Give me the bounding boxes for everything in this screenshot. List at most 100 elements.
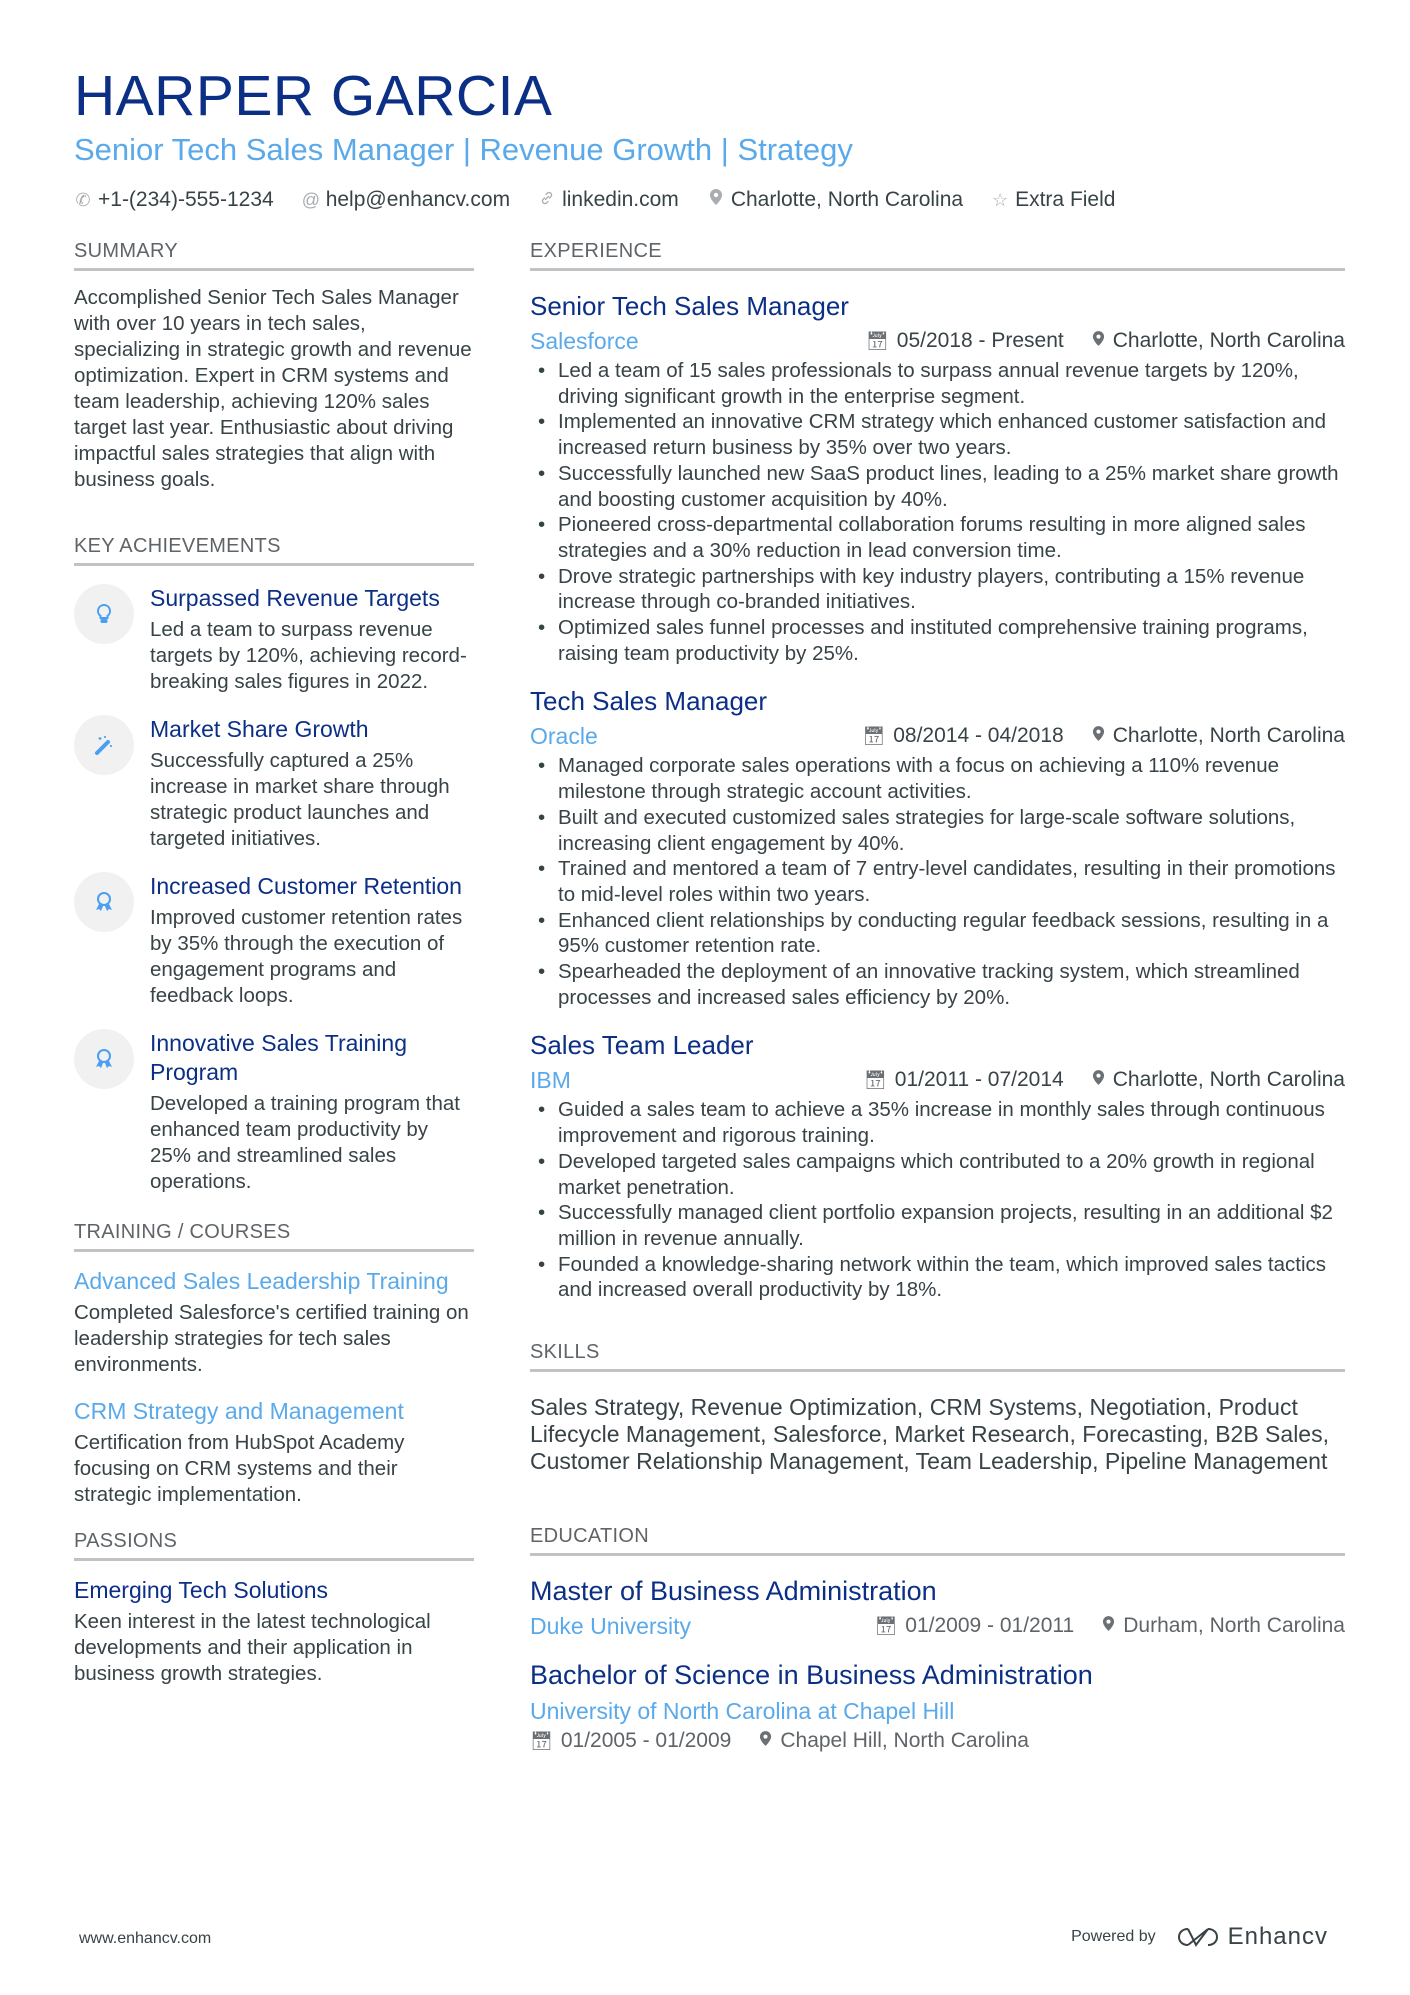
training-section: TRAINING / COURSES Advanced Sales Leader…	[74, 1219, 474, 1508]
phone-icon: ✆	[75, 190, 91, 210]
job-bullet: Successfully managed client portfolio ex…	[530, 1200, 1345, 1251]
job-bullet: Spearheaded the deployment of an innovat…	[530, 959, 1345, 1010]
achievement-item: Market Share Growth Successfully capture…	[74, 715, 474, 852]
education-location: Chapel Hill, North Carolina	[780, 1729, 1029, 1753]
location-icon	[1092, 327, 1105, 355]
education-school: Duke University	[530, 1613, 692, 1640]
contact-extra-text: Extra Field	[1015, 188, 1116, 211]
job-location: Charlotte, North Carolina	[1112, 329, 1345, 352]
summary-heading: SUMMARY	[74, 238, 474, 271]
education-school: University of North Carolina at Chapel H…	[530, 1698, 955, 1725]
enhancv-logo[interactable]: Enhancv	[1176, 1923, 1328, 1951]
achievement-text: Improved customer retention rates by 35%…	[150, 906, 463, 1007]
calendar-icon: 📅︎	[862, 726, 886, 747]
job-entry: Tech Sales Manager Oracle 📅︎ 08/2014 - 04/2…	[530, 684, 1345, 1010]
star-icon: ☆	[992, 190, 1009, 210]
education-item: Master of Business Administration Duke U…	[530, 1574, 1345, 1640]
location-icon	[1092, 1066, 1105, 1094]
job-bullet: Led a team of 15 sales professionals to …	[530, 358, 1345, 409]
job-bullet: Built and executed customized sales stra…	[530, 805, 1345, 856]
achievement-item: Surpassed Revenue Targets Led a team to …	[74, 584, 474, 695]
magic-wand-icon	[74, 715, 134, 775]
training-heading: TRAINING / COURSES	[74, 1219, 474, 1252]
contact-location-text: Charlotte, North Carolina	[730, 188, 964, 211]
job-bullet: Pioneered cross-departmental collaborati…	[530, 512, 1345, 563]
passion-text: Keen interest in the latest technologica…	[74, 1610, 431, 1685]
link-icon	[538, 186, 556, 214]
education-degree: Master of Business Administration	[530, 1576, 937, 1607]
skills-heading: SKILLS	[530, 1339, 1345, 1373]
achievement-text: Developed a training program that enhanc…	[150, 1092, 460, 1193]
job-bullets: Managed corporate sales operations with …	[530, 753, 1345, 1010]
job-company: Oracle	[530, 723, 598, 750]
calendar-icon: 📅︎	[863, 1070, 887, 1091]
education-item: Bachelor of Science in Business Administ…	[530, 1658, 1345, 1756]
job-bullet: Managed corporate sales operations with …	[530, 753, 1345, 804]
education-section: EDUCATION Master of Business Administrat…	[530, 1523, 1345, 1756]
left-column: SUMMARY Accomplished Senior Tech Sales M…	[74, 238, 474, 1687]
lightbulb-icon	[74, 584, 134, 644]
job-bullets: Guided a sales team to achieve a 35% inc…	[530, 1097, 1345, 1303]
job-title: Senior Tech Sales Manager	[530, 291, 849, 321]
summary-section: SUMMARY Accomplished Senior Tech Sales M…	[74, 238, 474, 493]
skills-section: SKILLS Sales Strategy, Revenue Optimizat…	[530, 1339, 1345, 1475]
job-bullet: Optimized sales funnel processes and ins…	[530, 615, 1345, 666]
achievement-item: Increased Customer Retention Improved cu…	[74, 872, 474, 1009]
achievement-text: Led a team to surpass revenue targets by…	[150, 618, 467, 693]
education-dates: 01/2005 - 01/2009	[560, 1729, 732, 1753]
job-bullet: Implemented an innovative CRM strategy w…	[530, 409, 1345, 460]
job-bullets: Led a team of 15 sales professionals to …	[530, 358, 1345, 666]
contact-linkedin[interactable]: linkedin.com	[538, 186, 679, 214]
contact-email-text: help@enhancv.com	[325, 188, 511, 211]
job-location: Charlotte, North Carolina	[1112, 724, 1345, 748]
candidate-headline: Senior Tech Sales Manager | Revenue Grow…	[74, 132, 853, 167]
enhancv-logo-icon	[1177, 1928, 1218, 1947]
passions-heading: PASSIONS	[74, 1528, 474, 1561]
job-company: IBM	[530, 1067, 571, 1094]
contact-location: Charlotte, North Carolina	[707, 186, 963, 214]
job-bullet: Trained and mentored a team of 7 entry-l…	[530, 856, 1345, 907]
job-dates: 08/2014 - 04/2018	[893, 724, 1064, 748]
contact-phone[interactable]: ✆ +1-(234)-555-1234	[74, 186, 274, 214]
job-bullet: Founded a knowledge-sharing network with…	[530, 1252, 1345, 1303]
location-icon	[1102, 1612, 1115, 1640]
job-list: Senior Tech Sales Manager Salesforce 📅︎ 05/…	[530, 289, 1345, 1303]
job-location: Charlotte, North Carolina	[1112, 1068, 1345, 1092]
education-location: Durham, North Carolina	[1123, 1614, 1345, 1638]
passion-title: Emerging Tech Solutions	[74, 1577, 328, 1603]
job-bullet: Successfully launched new SaaS product l…	[530, 461, 1345, 512]
training-title: CRM Strategy and Management	[74, 1398, 404, 1424]
training-item: CRM Strategy and Management Certificatio…	[74, 1396, 474, 1508]
training-text: Certification from HubSpot Academy focus…	[74, 1431, 405, 1506]
contact-email[interactable]: @ help@enhancv.com	[302, 186, 510, 214]
summary-text: Accomplished Senior Tech Sales Manager w…	[74, 286, 472, 491]
location-icon	[759, 1726, 772, 1756]
resume-header: HARPER GARCIA Senior Tech Sales Manager …	[74, 62, 1344, 214]
job-dates: 01/2011 - 07/2014	[894, 1068, 1064, 1092]
skills-text: Sales Strategy, Revenue Optimization, CR…	[530, 1394, 1329, 1475]
footer-website-link[interactable]: www.enhancv.com	[79, 1930, 211, 1948]
achievement-item: Innovative Sales Training Program Develo…	[74, 1029, 474, 1195]
location-icon	[707, 186, 725, 214]
calendar-icon: 📅︎	[530, 1731, 553, 1752]
contact-phone-text: +1-(234)-555-1234	[98, 188, 274, 211]
job-company: Salesforce	[530, 328, 639, 354]
job-bullet: Guided a sales team to achieve a 35% inc…	[530, 1097, 1345, 1148]
award-icon	[74, 872, 134, 932]
calendar-icon: 📅︎	[865, 331, 889, 351]
achievement-text: Successfully captured a 25% increase in …	[150, 749, 450, 850]
education-dates: 01/2009 - 01/2011	[905, 1614, 1075, 1638]
job-bullet: Enhanced client relationships by conduct…	[530, 908, 1345, 959]
passions-section: PASSIONS Emerging Tech Solutions Keen in…	[74, 1528, 474, 1687]
contact-list: ✆ +1-(234)-555-1234 @ help@enhancv.com l…	[74, 186, 1344, 214]
contact-extra: ☆ Extra Field	[991, 186, 1115, 214]
job-title: Sales Team Leader	[530, 1030, 754, 1061]
job-bullet: Developed targeted sales campaigns which…	[530, 1149, 1345, 1200]
contact-linkedin-text: linkedin.com	[562, 188, 679, 211]
job-entry: Sales Team Leader IBM 📅︎ 01/2011 - 07/2014 C…	[530, 1028, 1345, 1303]
job-title: Tech Sales Manager	[530, 686, 768, 717]
experience-heading: EXPERIENCE	[530, 238, 1345, 271]
job-bullet: Drove strategic partnerships with key in…	[530, 564, 1345, 615]
right-column: EXPERIENCE Senior Tech Sales Manager Sale…	[530, 238, 1345, 1774]
location-icon	[1092, 722, 1105, 750]
